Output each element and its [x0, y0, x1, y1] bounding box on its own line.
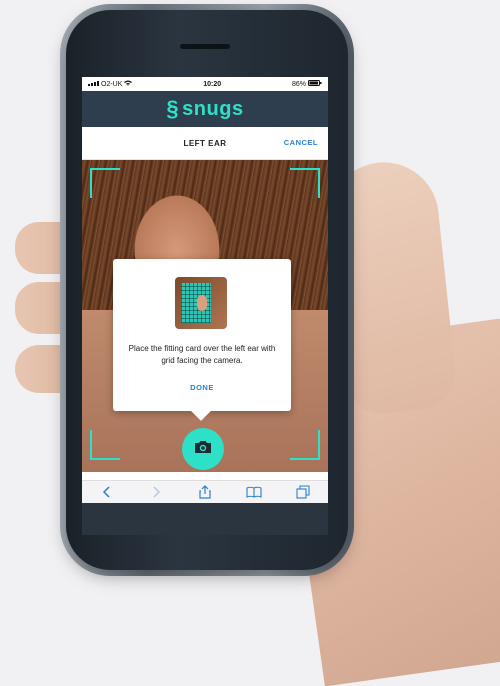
- phone-bottom-bezel: [82, 503, 328, 535]
- capture-button[interactable]: [182, 428, 224, 470]
- instruction-dialog: Place the fitting card over the left ear…: [113, 259, 291, 421]
- page-title: LEFT EAR: [183, 138, 227, 148]
- frame-corner-bottom-left: [90, 430, 120, 460]
- share-icon[interactable]: [195, 483, 215, 501]
- brand-logo-icon: §: [166, 96, 180, 121]
- back-icon[interactable]: [97, 483, 117, 501]
- signal-icon: [88, 81, 99, 86]
- camera-preview: Place the fitting card over the left ear…: [82, 160, 328, 472]
- fitting-card-illustration: [175, 277, 227, 329]
- browser-toolbar: [82, 480, 328, 503]
- frame-corner-top-left: [90, 168, 120, 198]
- status-time: 10:20: [203, 80, 222, 88]
- ear-illustration: [197, 295, 207, 311]
- done-button[interactable]: DONE: [113, 383, 291, 392]
- app-header: § snugs: [82, 91, 328, 127]
- wifi-icon: [124, 80, 133, 88]
- nav-bar: LEFT EAR CANCEL: [82, 127, 328, 160]
- forward-icon[interactable]: [146, 483, 166, 501]
- status-bar: O2-UK 10:20 86%: [82, 77, 328, 91]
- camera-icon: [194, 440, 212, 459]
- frame-corner-bottom-right: [290, 430, 320, 460]
- tabs-icon[interactable]: [293, 483, 313, 501]
- carrier-label: O2-UK: [101, 81, 123, 88]
- battery-label: 86%: [292, 81, 307, 88]
- brand-name: snugs: [182, 97, 244, 120]
- battery-icon: [307, 80, 322, 88]
- status-carrier-group: O2-UK: [88, 80, 133, 88]
- instruction-message: Place the fitting card over the left ear…: [128, 344, 276, 365]
- cancel-button[interactable]: CANCEL: [284, 138, 318, 147]
- frame-corner-top-right: [290, 168, 320, 198]
- phone-screen: O2-UK 10:20 86% § snugs LEFT EAR CANCEL: [82, 77, 328, 503]
- bookmarks-icon[interactable]: [244, 483, 264, 501]
- phone-speaker: [180, 44, 230, 49]
- status-battery-group: 86%: [292, 80, 322, 88]
